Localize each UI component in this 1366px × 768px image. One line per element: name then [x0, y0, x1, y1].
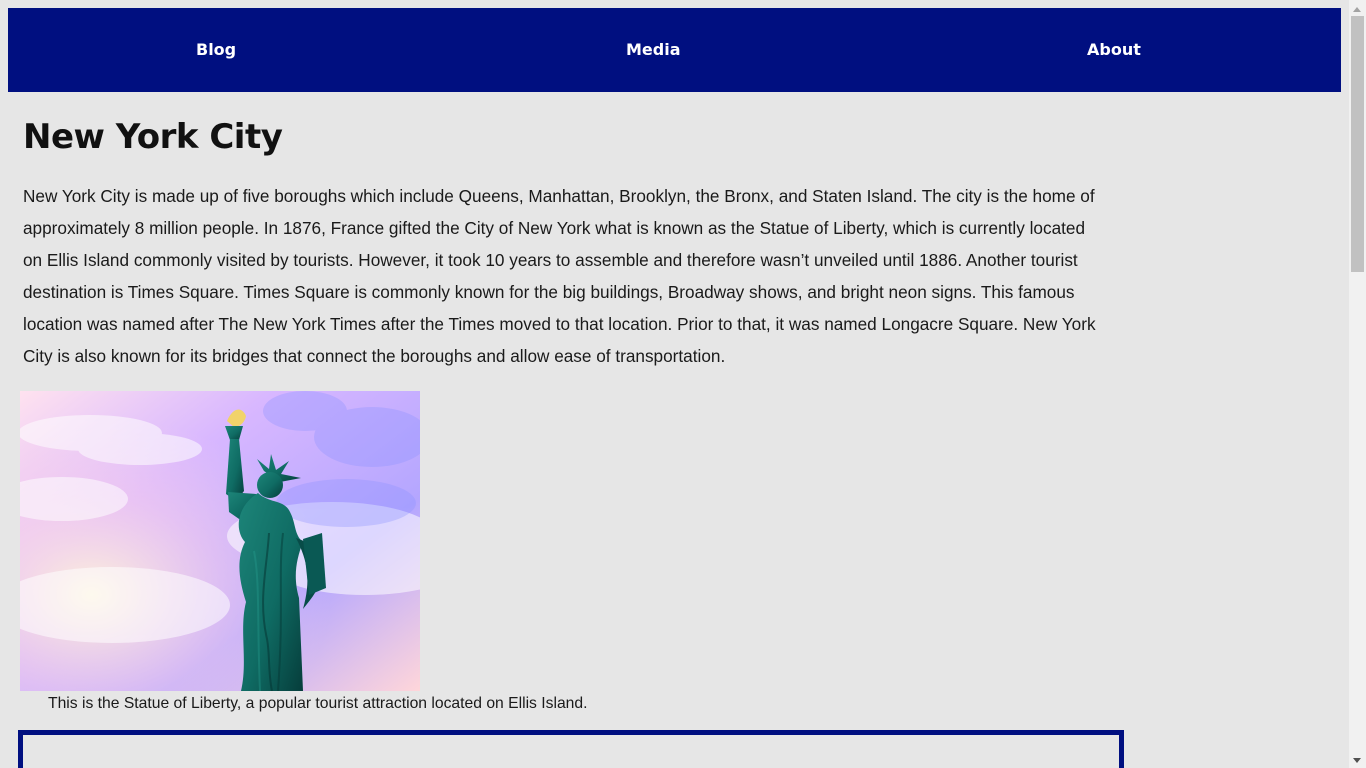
vertical-scrollbar[interactable] — [1349, 0, 1366, 768]
page-viewport: Blog Media About New York City New York … — [0, 0, 1366, 768]
nav-link-about[interactable]: About — [1087, 8, 1141, 92]
top-navigation-bar: Blog Media About — [8, 8, 1341, 92]
scrollbar-thumb[interactable] — [1351, 16, 1364, 272]
nav-link-media[interactable]: Media — [626, 8, 681, 92]
nav-link-blog[interactable]: Blog — [196, 8, 236, 92]
image-caption: This is the Statue of Liberty, a popular… — [48, 695, 588, 712]
scroll-up-arrow-icon[interactable] — [1353, 7, 1361, 12]
article-body: New York City is made up of five borough… — [23, 186, 1096, 366]
statue-of-liberty-image — [20, 391, 420, 691]
statue-of-liberty-icon — [20, 391, 420, 691]
page-title: New York City — [23, 117, 283, 157]
bordered-content-box — [18, 730, 1124, 768]
scroll-down-arrow-icon[interactable] — [1353, 758, 1361, 763]
